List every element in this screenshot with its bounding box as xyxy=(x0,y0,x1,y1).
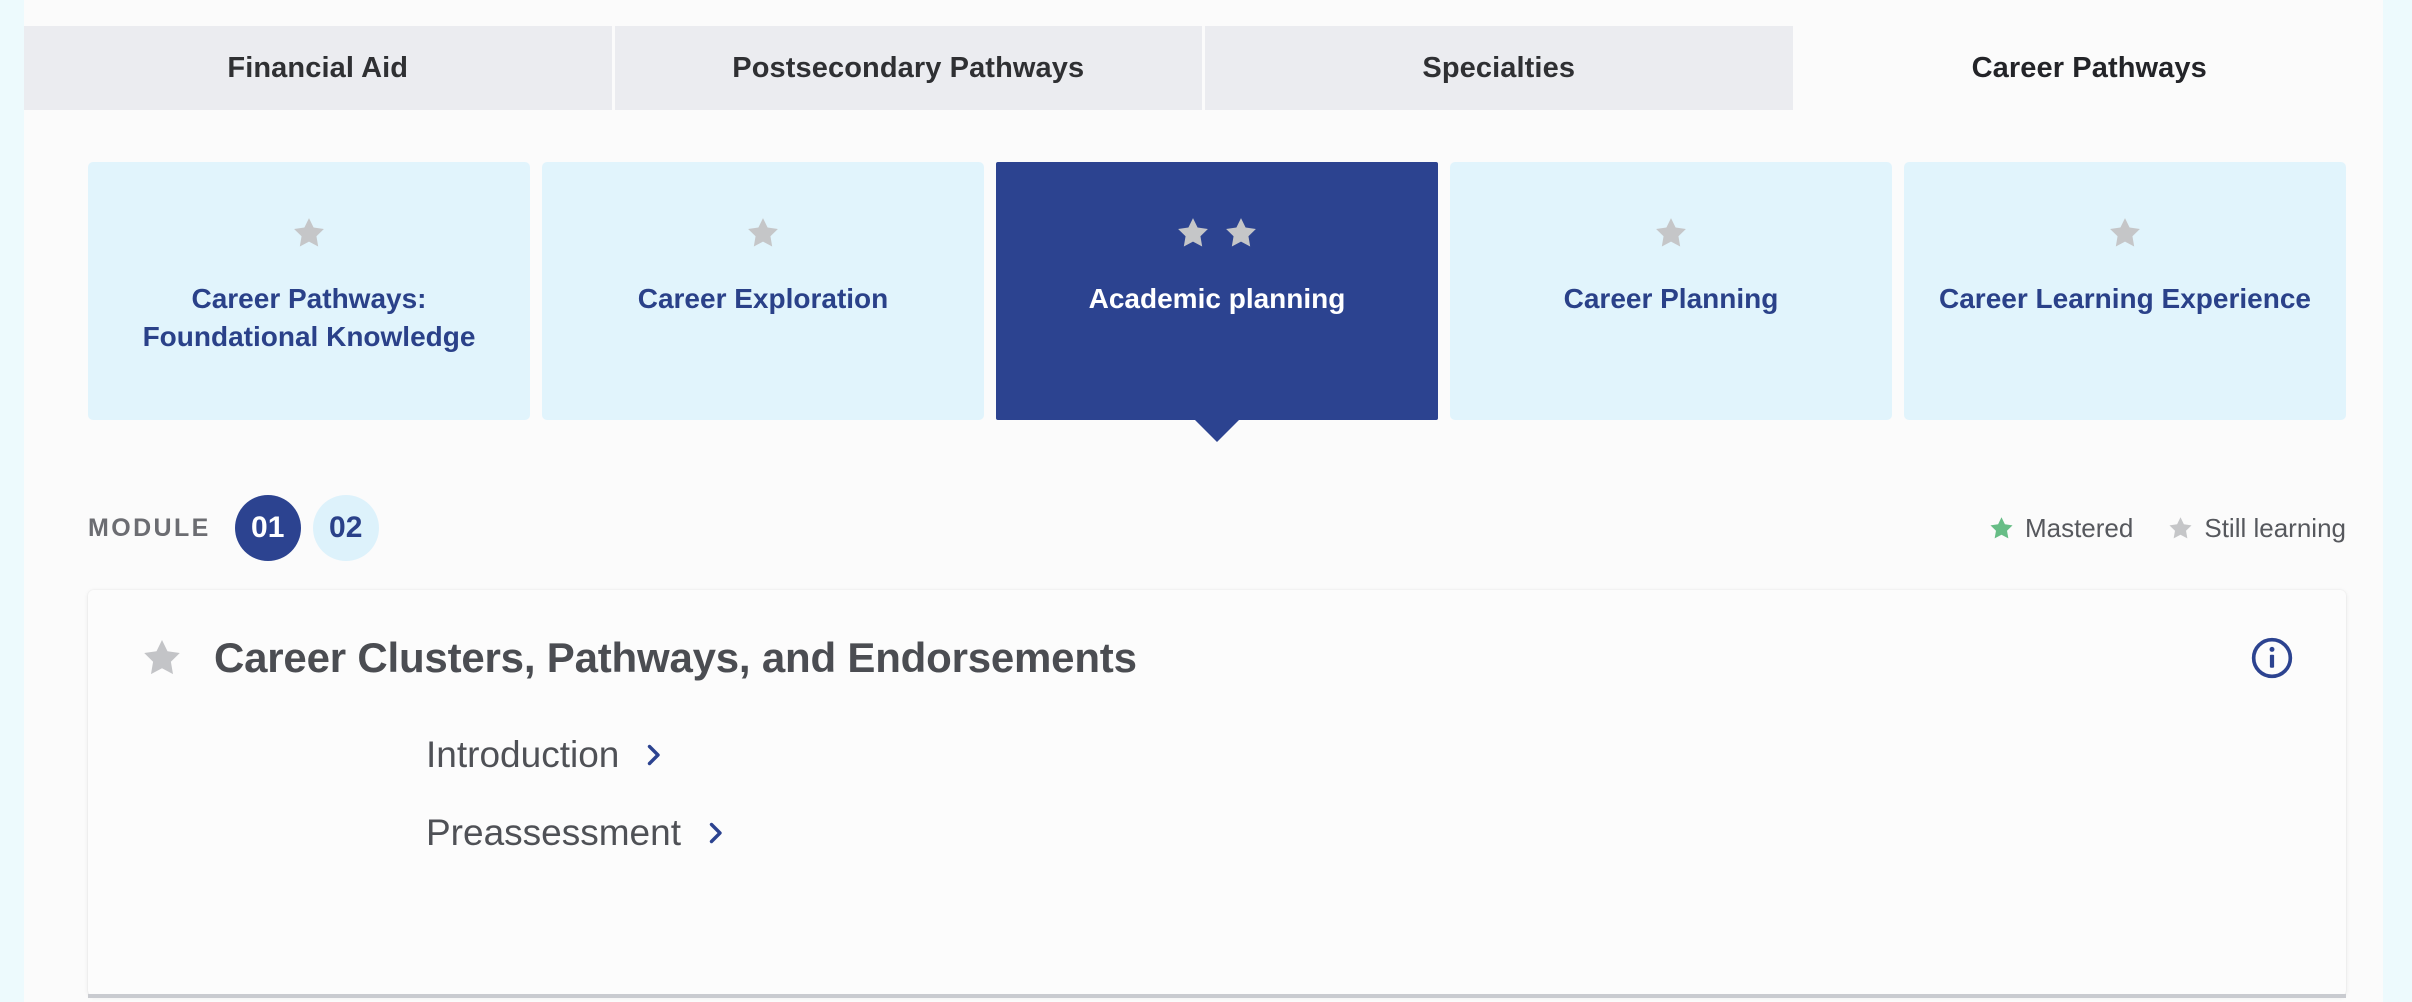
star-icon xyxy=(1656,218,1686,247)
lesson-title: Career Clusters, Pathways, and Endorseme… xyxy=(214,634,1137,681)
pathway-card-career-learning-experience[interactable]: Career Learning Experience xyxy=(1904,162,2346,420)
pathway-card-stars xyxy=(744,210,782,256)
pathway-card-stars xyxy=(290,210,328,256)
lesson-item-preassessment[interactable]: Preassessment xyxy=(88,794,2346,872)
lesson-item-introduction[interactable]: Introduction xyxy=(88,716,2346,794)
module-tab-01[interactable]: 01 xyxy=(234,495,301,561)
lesson-card: Career Clusters, Pathways, and Endorseme… xyxy=(88,590,2346,996)
pathway-card-row: Career Pathways: Foundational Knowledge … xyxy=(88,162,2346,442)
star-icon xyxy=(294,218,324,247)
tab-label: Financial Aid xyxy=(227,51,409,84)
pathway-card-foundational-knowledge[interactable]: Career Pathways: Foundational Knowledge xyxy=(88,162,530,420)
lesson-card-header: Career Clusters, Pathways, and Endorseme… xyxy=(88,590,2346,682)
chevron-right-icon xyxy=(709,822,722,844)
pathway-card-label: Academic planning xyxy=(1088,283,1346,314)
pathway-card-career-planning[interactable]: Career Planning xyxy=(1450,162,1892,420)
star-icon xyxy=(2110,218,2140,247)
star-icon xyxy=(1178,218,1208,247)
chevron-right-icon xyxy=(648,744,661,766)
star-icon xyxy=(1226,218,1256,247)
tab-postsecondary-pathways[interactable]: Postsecondary Pathways xyxy=(614,26,1205,110)
tab-financial-aid[interactable]: Financial Aid xyxy=(24,26,615,110)
pathway-card-stars xyxy=(1652,210,1690,256)
module-selector-row: MODULE 01 02 Mastered Still learning xyxy=(88,490,2346,566)
legend-label: Still learning xyxy=(2204,512,2346,543)
primary-tab-bar: Financial Aid Postsecondary Pathways Spe… xyxy=(24,26,2383,110)
legend-label: Mastered xyxy=(2024,512,2134,543)
legend-item-mastered: Mastered xyxy=(1988,513,2133,544)
tab-specialties[interactable]: Specialties xyxy=(1205,26,1796,110)
star-icon xyxy=(2169,516,2192,538)
bottom-divider xyxy=(88,994,2346,998)
tab-label: Specialties xyxy=(1422,51,1576,84)
pathway-card-label: Career Pathways: Foundational Knowledge xyxy=(142,283,476,352)
page-root: Financial Aid Postsecondary Pathways Spe… xyxy=(0,0,2412,1002)
pathway-card-label: Career Planning xyxy=(1563,283,1779,314)
lesson-item-label: Introduction xyxy=(426,734,620,775)
pathway-card-label: Career Learning Experience xyxy=(1939,283,2311,314)
tab-label: Postsecondary Pathways xyxy=(732,51,1085,84)
star-icon xyxy=(748,218,778,247)
lesson-item-label: Preassessment xyxy=(426,812,681,853)
pathway-card-career-exploration[interactable]: Career Exploration xyxy=(542,162,984,420)
pathway-card-academic-planning[interactable]: Academic planning xyxy=(996,162,1438,442)
pathway-card-label: Career Exploration xyxy=(637,283,889,314)
star-icon xyxy=(144,640,180,675)
main-panel: Financial Aid Postsecondary Pathways Spe… xyxy=(24,0,2383,1002)
mastery-legend: Mastered Still learning xyxy=(1988,513,2346,544)
info-circle-icon[interactable] xyxy=(2250,636,2294,680)
tab-career-pathways[interactable]: Career Pathways xyxy=(1795,26,2383,110)
legend-item-still-learning: Still learning xyxy=(2167,513,2346,544)
star-icon xyxy=(1990,516,2013,538)
module-tab-02[interactable]: 02 xyxy=(312,495,379,561)
lesson-item-list: Introduction Preassessment xyxy=(88,682,2346,872)
pathway-card-stars xyxy=(2106,210,2144,256)
pathway-card-stars xyxy=(1174,210,1260,256)
tab-label: Career Pathways xyxy=(1971,51,2207,84)
module-number: 01 xyxy=(251,511,285,544)
module-number: 02 xyxy=(329,511,363,544)
module-label: MODULE xyxy=(88,513,211,542)
active-card-pointer xyxy=(1194,419,1240,442)
